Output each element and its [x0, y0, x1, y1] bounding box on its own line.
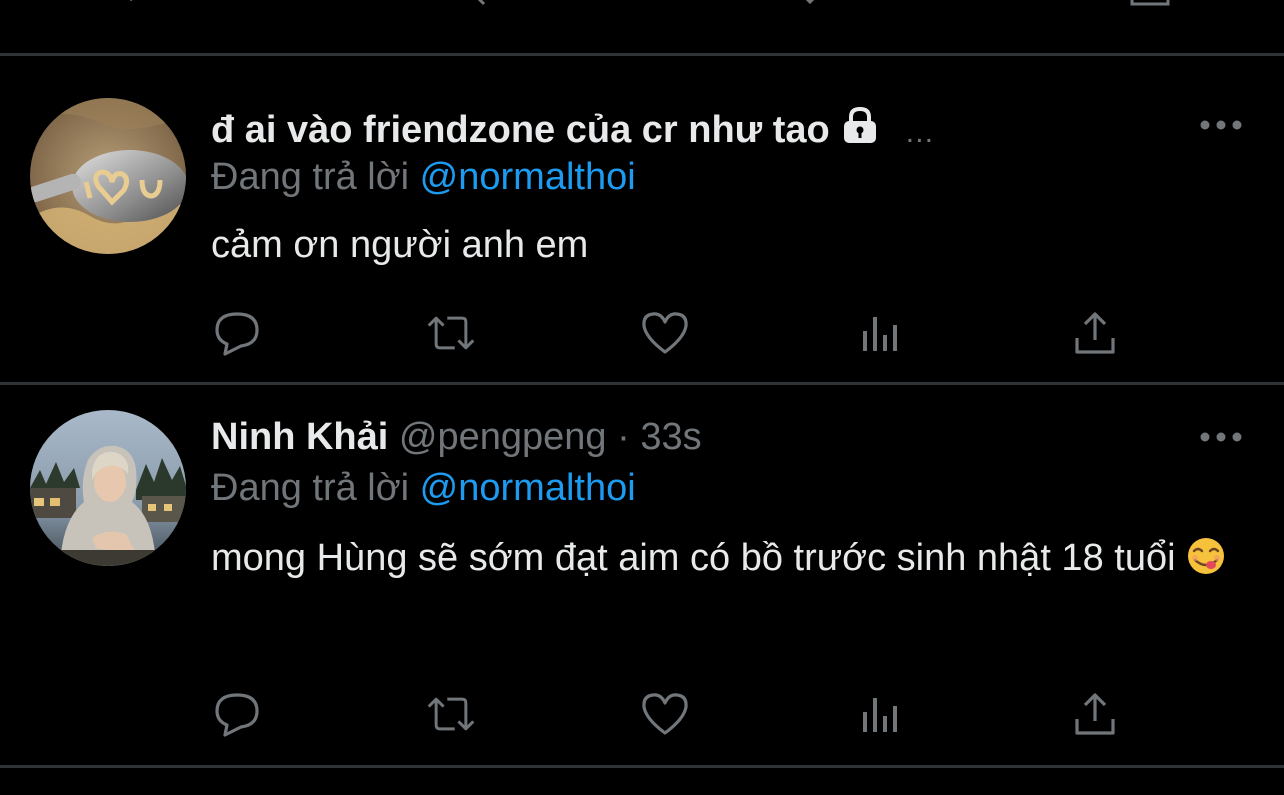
timestamp[interactable]: 33s: [640, 416, 701, 458]
avatar[interactable]: [30, 98, 186, 254]
reply-context: Đang trả lời @normalthoi: [211, 154, 636, 200]
more-icon[interactable]: [1200, 431, 1242, 443]
display-name[interactable]: đ ai vào friendzone của cr như tao: [211, 109, 830, 151]
views-icon: [863, 317, 897, 351]
user-handle[interactable]: @pengpeng: [399, 416, 607, 458]
truncation-ellipsis: …: [904, 116, 935, 149]
tweet[interactable]: Ninh Khải @pengpeng · 33s Đang trả lời @…: [0, 385, 1284, 765]
lock-icon: [840, 106, 880, 155]
tweet-text-content: mong Hùng sẽ sớm đạt aim có bồ trước sin…: [211, 537, 1176, 579]
reply-button[interactable]: [211, 308, 263, 358]
tweet-text: cảm ơn người anh em: [211, 224, 589, 266]
like-icon: [642, 693, 688, 735]
retweet-icon: [427, 697, 475, 731]
mention-link[interactable]: @normalthoi: [420, 156, 636, 198]
previous-tweet-actions: [0, 0, 1284, 54]
reply-prefix: Đang trả lời: [211, 156, 410, 198]
reply-context: Đang trả lời @normalthoi: [211, 465, 636, 511]
retweet-icon[interactable]: [450, 0, 490, 8]
share-button[interactable]: [1069, 689, 1121, 739]
face-savoring-food-emoji: [1186, 531, 1226, 574]
retweet-button[interactable]: [425, 689, 477, 739]
tweet-header: đ ai vào friendzone của cr như tao …: [211, 106, 934, 156]
tweet[interactable]: đ ai vào friendzone của cr như tao … Đan…: [0, 56, 1284, 382]
avatar[interactable]: [30, 410, 186, 566]
reply-icon: [215, 312, 259, 356]
like-icon: [642, 312, 688, 354]
tweet-header: Ninh Khải @pengpeng · 33s: [211, 414, 702, 460]
like-button[interactable]: [639, 308, 691, 358]
retweet-icon: [427, 316, 475, 350]
views-button[interactable]: [855, 308, 907, 358]
like-button[interactable]: [639, 689, 691, 739]
share-button[interactable]: [1069, 308, 1121, 358]
display-name[interactable]: Ninh Khải: [211, 416, 388, 458]
reply-prefix: Đang trả lời: [211, 467, 410, 509]
reply-button[interactable]: [211, 689, 263, 739]
tweet-text: mong Hùng sẽ sớm đạt aim có bồ trước sin…: [211, 525, 1251, 591]
share-icon: [1075, 693, 1115, 735]
tweet-actions: [211, 308, 1131, 358]
mention-link[interactable]: @normalthoi: [420, 467, 636, 509]
separator-dot: ·: [617, 416, 630, 458]
views-icon: [863, 698, 897, 732]
share-icon: [1075, 312, 1115, 354]
retweet-icon[interactable]: [120, 0, 160, 8]
views-button[interactable]: [855, 689, 907, 739]
reply-icon: [215, 693, 259, 737]
share-icon[interactable]: [1130, 0, 1170, 8]
tweet-actions: [211, 689, 1131, 739]
divider: [0, 765, 1284, 768]
more-icon[interactable]: [1200, 119, 1242, 131]
retweet-button[interactable]: [425, 308, 477, 358]
like-icon[interactable]: [790, 0, 830, 8]
